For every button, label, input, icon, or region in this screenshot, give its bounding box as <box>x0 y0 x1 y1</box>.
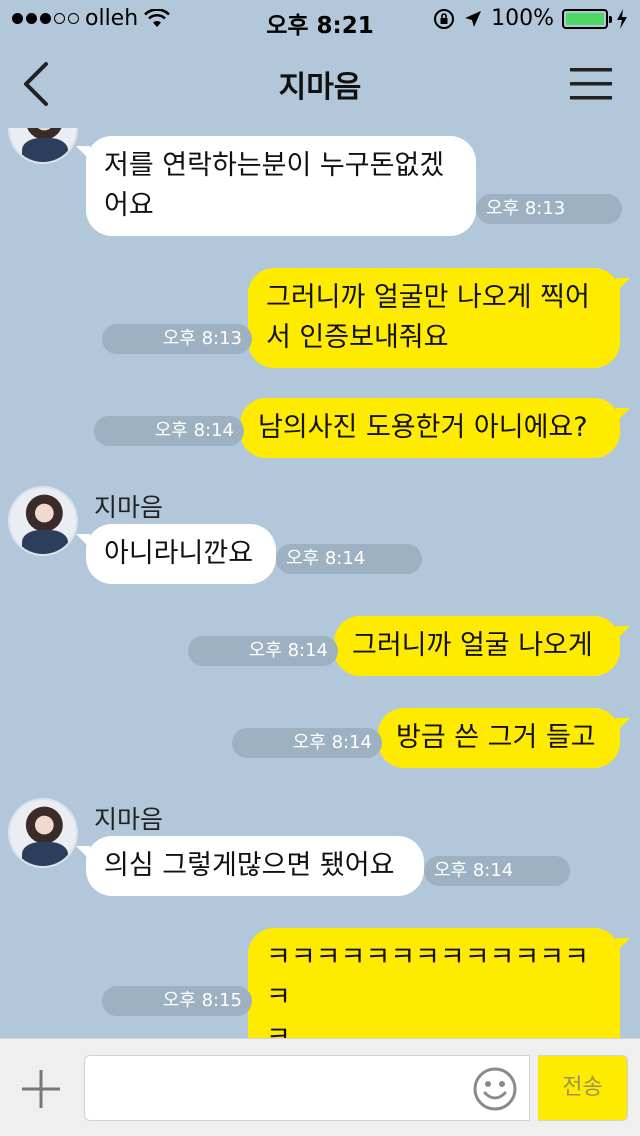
chat-header: 지마음 <box>0 40 640 128</box>
status-bar: olleh 오후 8:21 100% <box>0 0 640 40</box>
message-timestamp: 오후 8:13 <box>476 194 622 224</box>
message-list[interactable]: 저를 연락하는분이 누구돈없겠 어요 오후 8:13 그러니까 얼굴만 나오게 … <box>0 128 640 1038</box>
outgoing-message-bubble[interactable]: 남의사진 도용한거 아니에요? <box>240 398 630 458</box>
message-timestamp: 오후 8:14 <box>232 728 382 758</box>
incoming-message-bubble[interactable]: 의심 그렇게많으면 됐어요 <box>76 836 424 896</box>
message-input[interactable] <box>84 1055 530 1121</box>
sender-name: 지마음 <box>94 805 164 834</box>
send-button[interactable]: 전송 <box>538 1055 628 1121</box>
message-timestamp: 오후 8:14 <box>188 636 338 666</box>
avatar[interactable] <box>8 798 78 868</box>
message-input-bar: 전송 <box>0 1038 640 1136</box>
emoji-button[interactable] <box>472 1066 518 1112</box>
charging-bolt-icon <box>617 8 627 29</box>
outgoing-message-bubble[interactable]: 그러니까 얼굴 나오게 <box>334 616 630 676</box>
outgoing-message-bubble[interactable]: ㅋㅋㅋㅋㅋㅋㅋㅋㅋㅋㅋㅋㅋㅋ ㅋ <box>248 928 630 1038</box>
outgoing-message-bubble[interactable]: 그러니까 얼굴만 나오게 찍어 서 인증보내줘요 <box>248 268 630 368</box>
attach-button[interactable] <box>20 1068 62 1110</box>
menu-button[interactable] <box>568 64 614 104</box>
rotation-lock-icon <box>434 8 455 29</box>
avatar[interactable] <box>8 128 78 164</box>
chat-title: 지마음 <box>278 70 362 105</box>
battery-percent: 100% <box>491 6 554 31</box>
smiley-icon <box>473 1067 517 1111</box>
incoming-message-bubble[interactable]: 아니라니깐요 <box>76 524 276 584</box>
sender-name: 지마음 <box>94 493 164 522</box>
avatar[interactable] <box>8 486 78 556</box>
message-timestamp: 오후 8:15 <box>102 986 252 1016</box>
message-timestamp: 오후 8:13 <box>102 324 252 354</box>
incoming-message-bubble[interactable]: 저를 연락하는분이 누구돈없겠 어요 <box>76 136 476 236</box>
location-arrow-icon <box>465 10 482 27</box>
message-timestamp: 오후 8:14 <box>276 544 422 574</box>
outgoing-message-bubble[interactable]: 방금 쓴 그거 들고 <box>378 708 630 768</box>
message-timestamp: 오후 8:14 <box>94 416 244 446</box>
hamburger-menu-icon <box>570 68 612 100</box>
battery-icon <box>562 8 612 29</box>
status-right: 100% <box>433 6 628 31</box>
message-timestamp: 오후 8:14 <box>424 856 570 886</box>
plus-icon <box>22 1070 60 1108</box>
